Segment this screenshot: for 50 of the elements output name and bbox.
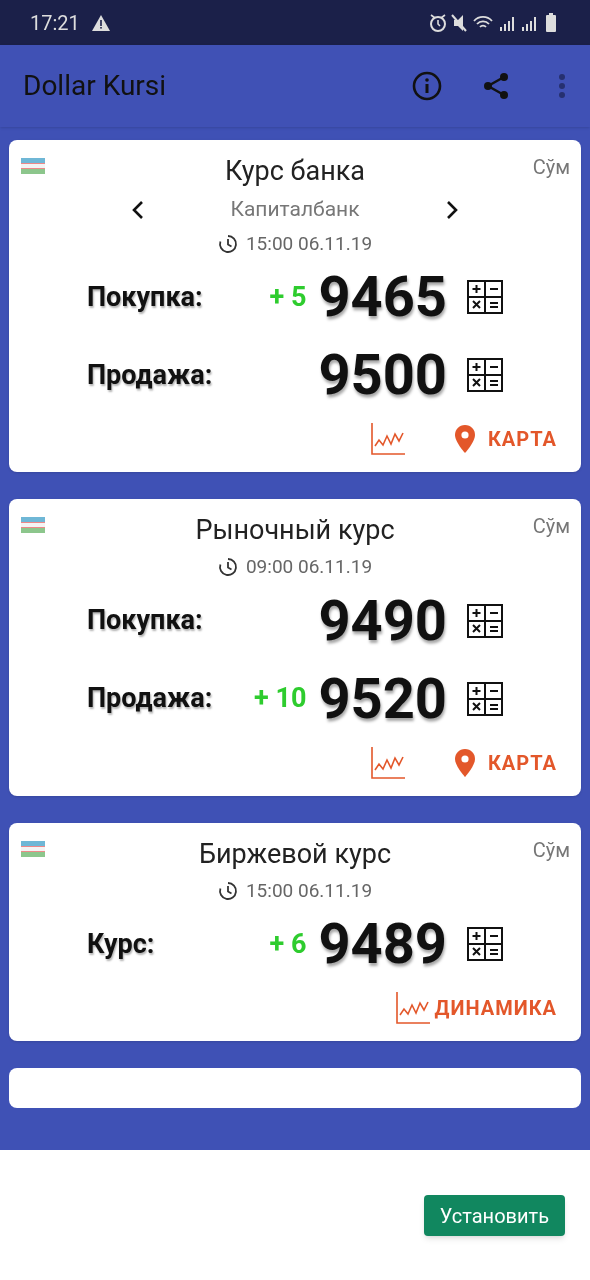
update-time: 15:00 06.11.19	[245, 877, 373, 904]
calculator-icon[interactable]	[467, 927, 503, 961]
currency-label: Сўм	[532, 513, 570, 540]
rate-change: + 5	[269, 279, 307, 315]
calculator-icon[interactable]	[467, 280, 503, 314]
flag-icon	[21, 158, 45, 174]
update-time: 15:00 06.11.19	[245, 230, 373, 257]
rate-label: Покупка:	[87, 603, 203, 639]
card-title: Рыночный курс	[195, 513, 395, 548]
flag-icon	[21, 517, 45, 533]
rate-value: 9465	[318, 263, 447, 332]
chevron-right-icon[interactable]	[445, 199, 459, 220]
app-title: Dollar Kursi	[23, 68, 168, 104]
rate-label: Покупка:	[87, 279, 203, 315]
bank-name: Капиталбанк	[229, 196, 361, 223]
location-pin-icon	[453, 425, 476, 453]
update-time: 09:00 06.11.19	[245, 554, 373, 580]
card-title: Курс банка	[224, 154, 366, 189]
clock-icon	[217, 557, 238, 578]
rate-value: 9489	[318, 910, 447, 979]
currency-label: Сўм	[532, 836, 570, 864]
clock-icon	[217, 880, 238, 901]
dynamics-button[interactable]: ДИНАМИКА	[394, 991, 557, 1025]
install-button[interactable]: Установить	[423, 1195, 565, 1236]
rate-label: Курс:	[87, 926, 155, 962]
card-title: Биржевой курс	[198, 836, 392, 872]
share-icon[interactable]	[482, 72, 510, 100]
rate-change: + 6	[269, 926, 307, 962]
info-icon[interactable]	[412, 71, 442, 101]
clock-icon	[217, 233, 238, 254]
warning-icon	[91, 14, 110, 31]
rate-value: 9520	[318, 664, 447, 734]
chart-icon[interactable]	[394, 991, 431, 1025]
chevron-left-icon[interactable]	[131, 199, 145, 220]
chart-icon[interactable]	[369, 745, 406, 780]
rate-change: + 10	[254, 681, 307, 717]
rate-label: Продажа:	[87, 357, 213, 393]
rate-value: 9500	[318, 341, 447, 410]
chart-icon[interactable]	[369, 422, 406, 456]
calculator-icon[interactable]	[467, 603, 503, 638]
status-time: 17:21	[30, 9, 80, 37]
location-pin-icon	[453, 748, 476, 777]
calculator-icon[interactable]	[467, 358, 503, 392]
flag-icon	[21, 840, 45, 857]
map-button[interactable]: КАРТА	[453, 747, 557, 778]
map-button[interactable]: КАРТА	[453, 424, 557, 454]
rate-value: 9490	[318, 586, 447, 656]
currency-label: Сўм	[532, 154, 570, 181]
rate-label: Продажа:	[87, 681, 213, 717]
calculator-icon[interactable]	[467, 681, 503, 716]
